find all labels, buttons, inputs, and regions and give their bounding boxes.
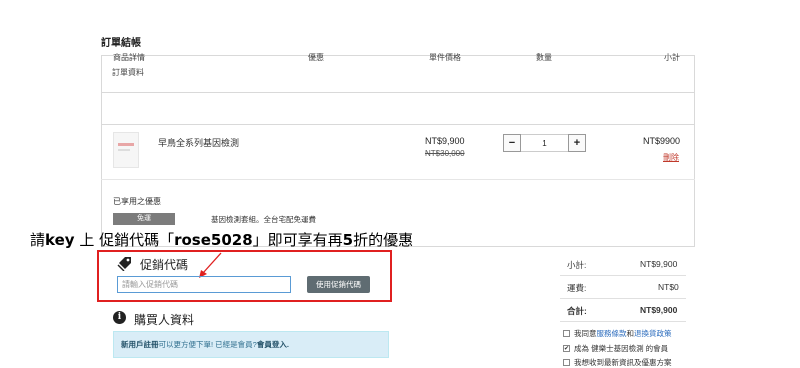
item-subtotal: NT$9900 xyxy=(643,136,681,146)
register-link[interactable]: 新用戶註冊 xyxy=(121,340,159,349)
applied-discount-description: 基因檢測套組。全台宅配免運費 xyxy=(211,215,316,224)
header-unit-price: 單件價格 xyxy=(429,53,461,62)
info-icon: i xyxy=(113,311,126,324)
applied-discounts-label: 已享用之優惠 xyxy=(113,197,161,206)
tag-icon xyxy=(117,257,131,271)
divider xyxy=(560,321,686,322)
divider xyxy=(101,124,695,125)
promo-annotation: 請key 上 促銷代碼「rose5028」即可享有再5折的優惠 xyxy=(30,231,414,249)
header-subtotal: 小計 xyxy=(664,53,680,62)
consent-newsletter[interactable]: 我想收到最新資訊及優惠方案 xyxy=(563,357,672,368)
promo-title: 促銷代碼 xyxy=(140,258,189,272)
terms-checkbox[interactable] xyxy=(563,330,570,337)
unit-price: NT$9,900 xyxy=(425,136,465,146)
summary-total-value: NT$9,900 xyxy=(640,305,678,315)
return-policy-link[interactable]: 退換貨政策 xyxy=(634,328,672,339)
divider xyxy=(101,179,695,180)
product-name[interactable]: 早鳥全系列基因檢測 xyxy=(158,136,239,149)
consent-member[interactable]: ✔ 成為 健樂士基因檢測 的會員 xyxy=(563,343,668,354)
summary-total-label: 合計: xyxy=(567,306,587,316)
divider xyxy=(560,298,686,299)
order-panel-header: 訂單資料 xyxy=(102,56,694,93)
summary-shipping-label: 運費: xyxy=(567,283,587,293)
newsletter-checkbox[interactable] xyxy=(563,359,570,366)
summary-subtotal-value: NT$9,900 xyxy=(640,259,678,269)
header-quantity: 數量 xyxy=(536,53,552,62)
order-section-title: 訂單資料 xyxy=(112,68,144,77)
summary-shipping-value: NT$0 xyxy=(658,282,679,292)
summary-subtotal-label: 小計: xyxy=(567,260,587,270)
header-discount: 優惠 xyxy=(308,53,324,62)
increase-quantity-button[interactable]: + xyxy=(568,134,586,152)
product-thumbnail[interactable] xyxy=(113,132,139,168)
annotation-arrow-icon xyxy=(199,252,222,278)
promo-code-input[interactable]: 請輸入促銷代碼 xyxy=(117,276,291,293)
quantity-stepper: − 1 + xyxy=(503,134,586,152)
quantity-input[interactable]: 1 xyxy=(521,134,568,152)
divider xyxy=(560,275,686,276)
consent-terms[interactable]: 我同意 服務條款和退換貨政策 xyxy=(563,328,672,339)
login-link[interactable]: 會員登入. xyxy=(257,340,289,349)
header-product: 商品詳情 xyxy=(113,53,145,62)
buyer-section-title: 購買人資料 xyxy=(134,313,195,327)
delete-item-link[interactable]: 刪除 xyxy=(663,152,679,163)
terms-link[interactable]: 服務條款 xyxy=(597,328,627,339)
member-checkbox[interactable]: ✔ xyxy=(563,345,570,352)
decrease-quantity-button[interactable]: − xyxy=(503,134,521,152)
login-notice: 新用戶註冊可以更方便下單! 已經是會員?會員登入. xyxy=(113,331,389,358)
page-title: 訂單結帳 xyxy=(101,38,141,49)
free-shipping-badge: 免運 xyxy=(113,213,175,225)
original-price: NT$30,000 xyxy=(425,149,465,158)
apply-promo-button[interactable]: 使用促銷代碼 xyxy=(307,276,370,293)
order-panel: 訂單資料 xyxy=(101,55,695,247)
